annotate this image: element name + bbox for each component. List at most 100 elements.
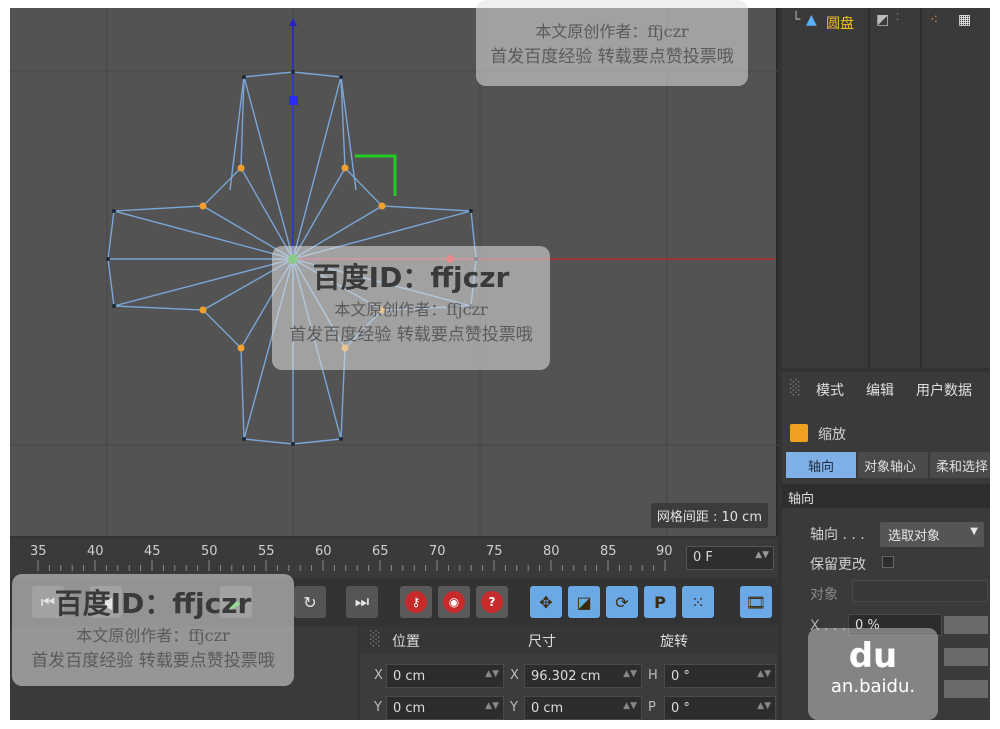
spinner-icon[interactable]: ▲▼ [757,701,771,711]
axis-dropdown[interactable]: 选取对象 ▼ [880,522,984,547]
spinner-icon[interactable]: ▲▼ [485,701,499,711]
tab-axis[interactable]: 轴向 [786,452,856,478]
tick-label: 45 [144,544,161,559]
object-link-field[interactable] [852,580,988,602]
coordinate-row: Y 0 cm ▲▼ Y 0 cm ▲▼ P 0 ° ▲▼ [360,694,778,720]
watermark-line: 首发百度经验 转载要点赞投票哦 [31,651,275,671]
tag-dots-icon[interactable]: ⁖ [930,12,938,28]
watermark-line: 本文原创作者：ffjczr [334,300,488,319]
param-key-button[interactable]: P [644,586,676,618]
baidu-url: an.baidu. [830,676,916,697]
position-y-field[interactable]: 0 cm ▲▼ [386,696,504,720]
checker-material-icon[interactable]: ▦ [958,12,971,28]
keep-changes-label: 保留更改 [810,557,866,573]
rotation-h-field[interactable]: 0 ° ▲▼ [664,664,776,688]
object-row-disc[interactable]: └ ▲ 圆盘 ◩ ⁚ ⁖ ▦ [782,12,990,36]
loop-button[interactable]: ↻ [294,586,326,618]
drag-handle-icon[interactable]: ░ [790,380,801,396]
tick-label: 75 [486,544,503,559]
timeline[interactable]: 35 40 45 50 55 60 65 70 75 80 85 90 0 F … [10,538,778,578]
current-frame-field[interactable]: 0 F ▲▼ [686,546,774,570]
editor-render-dots-icon[interactable]: ⁚ [896,12,899,23]
film-icon: 🎞 [745,592,767,612]
axis-prop-label: 轴向 . . . [810,527,865,543]
key-icon: ⚷ [405,591,427,613]
baidu-logo: du [848,636,898,676]
dropdown-value: 选取对象 [888,529,941,544]
timeline-window-button[interactable]: 🎞 [740,586,772,618]
field-value: 0 cm [393,701,426,716]
autokey-button[interactable]: ◉ [438,586,470,618]
move-icon: ✥ [539,592,553,612]
tick-label: 60 [315,544,332,559]
menu-mode[interactable]: 模式 [816,380,844,400]
drag-handle-icon[interactable]: ░ [370,631,381,647]
scale-key-button[interactable]: ◪ [568,586,600,618]
object-name: 圆盘 [826,16,854,32]
menu-edit[interactable]: 编辑 [866,380,894,400]
rotation-header: 旋转 [660,634,688,650]
size-x-field[interactable]: 96.302 cm ▲▼ [524,664,642,688]
section-title: 轴向 [782,484,990,508]
coordinate-row: X 0 cm ▲▼ X 96.302 cm ▲▼ H 0 ° ▲▼ [360,662,778,690]
y-axis-handle[interactable] [289,96,298,105]
x-slider[interactable] [944,616,988,634]
attribute-menu: ░ 模式 编辑 用户数据 [782,372,990,404]
watermark-line: 本文原创作者：ffjczr [76,626,230,645]
rotation-p-field[interactable]: 0 ° ▲▼ [664,696,776,720]
axis-label: H [648,668,658,683]
spinner-icon[interactable]: ▲▼ [623,669,637,679]
field-value: 0 ° [671,669,690,684]
keep-changes-checkbox[interactable] [882,556,894,568]
axis-label: Y [374,700,382,715]
watermark-brand: 百度ID：ffjczr [54,587,252,620]
watermark-top: 本文原创作者：ffjczr 首发百度经验 转载要点赞投票哦 [476,0,748,86]
tool-name: 缩放 [818,427,846,443]
pla-key-button[interactable]: ⁙ [682,586,714,618]
menu-user-data[interactable]: 用户数据 [916,380,972,400]
size-y-field[interactable]: 0 cm ▲▼ [524,696,642,720]
current-frame-value: 0 F [693,550,713,565]
position-x-field[interactable]: 0 cm ▲▼ [386,664,504,688]
visibility-toggle-icon[interactable]: ◩ [876,12,889,28]
spinner-icon[interactable]: ▲▼ [485,669,499,679]
move-key-button[interactable]: ✥ [530,586,562,618]
axis-label: P [648,700,656,715]
timeline-ruler[interactable]: 35 40 45 50 55 60 65 70 75 80 85 90 [10,538,678,572]
tick-label: 85 [600,544,617,559]
dots-grid-icon: ⁙ [691,592,705,612]
tick-label: 65 [372,544,389,559]
field-value: 0 cm [531,701,564,716]
field-value: 0 cm [393,669,426,684]
chevron-down-icon: ▼ [970,526,978,537]
spinner-icon[interactable]: ▲▼ [755,550,769,560]
watermark-brand: 百度ID：ffjczr [312,261,510,294]
axis-label: Y [510,700,518,715]
rotate-key-button[interactable]: ⟳ [606,586,638,618]
tab-soft-selection[interactable]: 柔和选择 [930,452,990,478]
object-manager: └ ▲ 圆盘 ◩ ⁚ ⁖ ▦ [782,8,990,368]
scale-tool-icon [790,424,808,442]
tick-label: 70 [429,544,446,559]
scale-icon: ◪ [576,592,592,612]
goto-end-icon: ⏭ [354,592,370,611]
tick-label: 55 [258,544,275,559]
z-axis-handle[interactable] [355,154,397,196]
tick-label: 40 [87,544,104,559]
record-key-button[interactable]: ⚷ [400,586,432,618]
column-divider [868,8,870,368]
tick-label: 90 [656,544,673,559]
z-slider[interactable] [944,680,988,698]
field-value: 0 ° [671,701,690,716]
loop-icon: ↻ [303,592,317,612]
spinner-icon[interactable]: ▲▼ [623,701,637,711]
size-header: 尺寸 [528,634,556,650]
watermark-line: 本文原创作者：ffjczr [535,22,689,41]
tab-object-axis[interactable]: 对象轴心 [858,452,928,478]
spinner-icon[interactable]: ▲▼ [757,669,771,679]
keyframe-help-button[interactable]: ? [476,586,508,618]
watermark-bottom: 百度ID：ffjczr 本文原创作者：ffjczr 首发百度经验 转载要点赞投票… [12,574,294,686]
goto-end-button[interactable]: ⏭ [346,586,378,618]
y-slider[interactable] [944,648,988,666]
coordinate-header: ░ 位置 尺寸 旋转 [360,626,778,654]
